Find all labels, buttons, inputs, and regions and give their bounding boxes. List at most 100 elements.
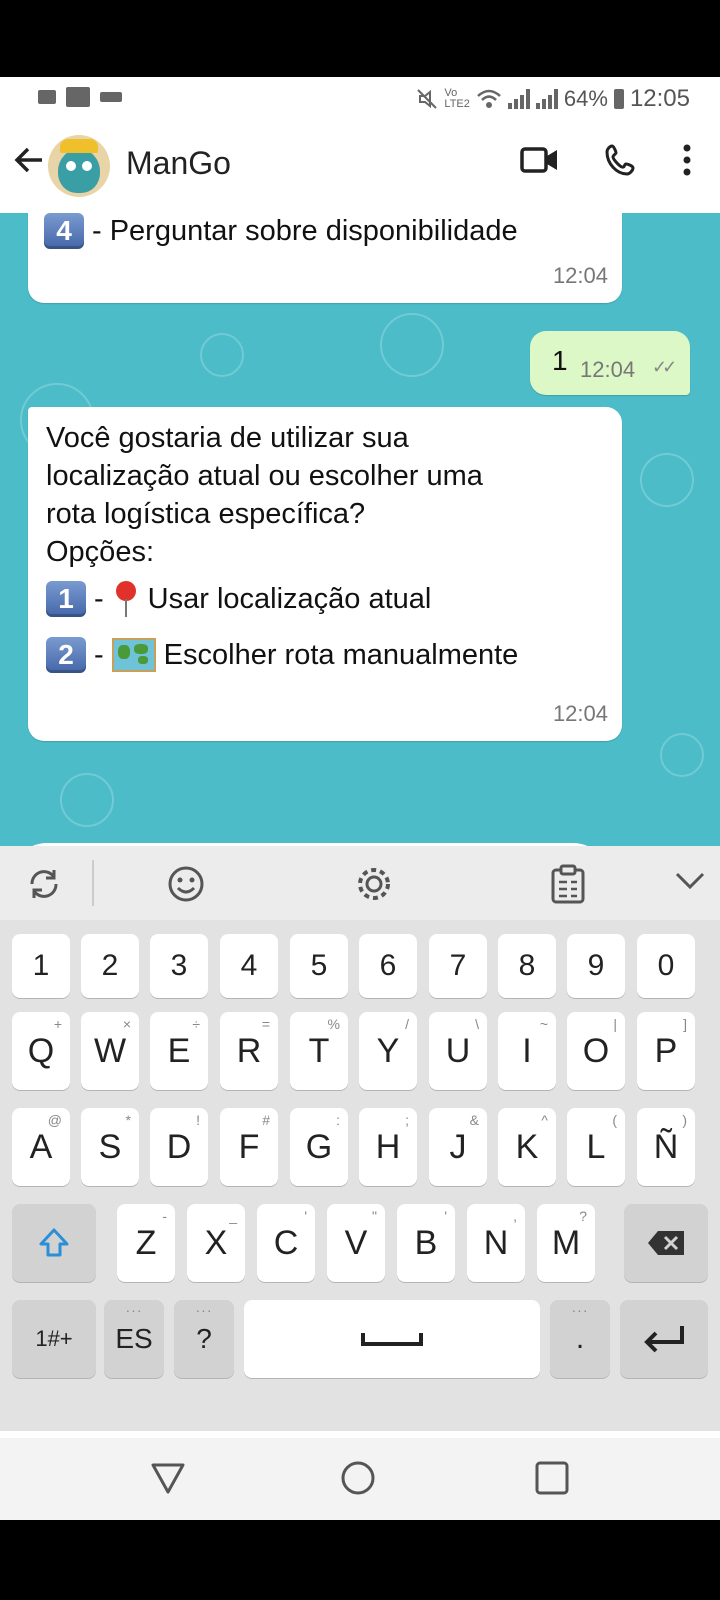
key-z[interactable]: -Z [117,1204,175,1282]
key-b[interactable]: ' B [397,1204,455,1282]
shift-key[interactable] [12,1204,96,1282]
clock: 12:05 [629,85,690,112]
key-f[interactable]: # F [220,1108,278,1186]
key-c[interactable]: ' C [257,1204,315,1282]
nav-home-icon[interactable] [340,1460,376,1496]
key-g[interactable]: :G [290,1108,348,1186]
key-e[interactable]: ÷ E [150,1012,208,1090]
key-1[interactable]: 1 [12,934,70,998]
option-label: Usar localização atual [147,582,432,615]
battery-icon [613,89,624,109]
key-u[interactable]: \ U [429,1012,487,1090]
key-label: ? [196,1323,212,1354]
key-d[interactable]: ! D [150,1108,208,1186]
key-label: R [236,1031,262,1070]
video-call-icon[interactable] [520,145,560,175]
key-v[interactable]: " V [327,1204,385,1282]
key-0[interactable]: 0 [637,934,695,998]
period-key[interactable]: ···. [550,1300,610,1378]
key-label: L [586,1127,606,1166]
collapse-keyboard-icon[interactable] [674,870,706,892]
key-j[interactable]: & J [429,1108,487,1186]
key-4[interactable]: 4 [220,934,278,998]
settings-gear-icon[interactable] [354,864,394,904]
key-k[interactable]: ^ K [498,1108,556,1186]
more-options-icon[interactable] [682,143,692,177]
key-n-tilde[interactable]: ) Ñ [637,1108,695,1186]
message-line: Opções: [46,536,154,568]
key-2[interactable]: 2 [81,934,139,998]
key-a[interactable]: @ A [12,1108,70,1186]
key-w[interactable]: × W [81,1012,139,1090]
key-hint: / [405,1016,409,1032]
key-3[interactable]: 3 [150,934,208,998]
key-s[interactable]: * S [81,1108,139,1186]
enter-key[interactable] [620,1300,708,1378]
key-y[interactable]: / Y [359,1012,417,1090]
symbols-key[interactable]: 1#+ [12,1300,96,1378]
nav-back-icon[interactable] [150,1460,186,1496]
backspace-key[interactable] [624,1204,708,1282]
key-i[interactable]: ~ I [498,1012,556,1090]
key-hint: , [513,1208,517,1224]
wallpaper-doodle [60,773,114,827]
key-x[interactable]: _ X [187,1204,245,1282]
key-h[interactable]: ; H [359,1108,417,1186]
gallery-notification-icon [66,87,90,107]
contact-name[interactable]: ManGo [126,145,231,182]
mascot-eye-right [82,161,92,171]
shift-arrow-icon [39,1228,69,1257]
video-recording-icon [38,90,56,104]
key-label: Q [27,1031,55,1070]
language-key[interactable]: ··· ES [104,1300,164,1378]
translate-icon[interactable] [24,864,64,904]
incoming-message[interactable]: Você gostaria de utilizar sua localizaçã… [28,407,622,741]
key-hint: @ [47,1112,62,1128]
space-key[interactable] [244,1300,540,1378]
message-option-line: 4 - Perguntar sobre disponibilidade [44,213,518,249]
key-8[interactable]: 8 [498,934,556,998]
enter-arrow-icon [644,1326,684,1353]
key-t[interactable]: % T [290,1012,348,1090]
incoming-message-partial[interactable]: 4 - Perguntar sobre disponibilidade 12:0… [28,213,622,303]
key-hint: ÷ [192,1016,200,1032]
key-label: F [238,1127,260,1166]
clipboard-icon[interactable] [550,864,586,904]
key-l[interactable]: (L [567,1108,625,1186]
key-label: Y [376,1031,400,1070]
nav-recents-icon[interactable] [534,1460,570,1496]
avatar[interactable] [48,135,110,197]
backspace-icon [648,1231,684,1255]
key-p[interactable]: ] P [637,1012,695,1090]
toolbar-divider [92,860,94,906]
key-7[interactable]: 7 [429,934,487,998]
key-q[interactable]: + Q [12,1012,70,1090]
option-line-1: 1 - Usar localização atual [46,581,431,617]
phone-screen: Vo LTE2 64% 12:05 ManGo 4 - Perguntar so… [0,77,720,1520]
key-label: . [575,1322,585,1355]
round-pushpin-icon [112,581,140,617]
key-n[interactable]: ,N [467,1204,525,1282]
key-hint: = [261,1016,270,1032]
key-hint: ··· [195,1302,213,1318]
key-label: 6 [379,949,397,982]
key-5[interactable]: 5 [290,934,348,998]
battery-percent: 64% [563,86,608,111]
key-r[interactable]: = R [220,1012,278,1090]
outgoing-message[interactable]: 1 12:04 ✓✓ [530,331,690,395]
key-label: V [344,1223,368,1262]
keycap-number-icon: 2 [46,637,86,673]
question-key[interactable]: ···? [174,1300,234,1378]
key-hint: : [336,1112,340,1128]
key-hint: ^ [541,1112,548,1128]
key-9[interactable]: 9 [567,934,625,998]
chat-area[interactable]: 4 - Perguntar sobre disponibilidade 12:0… [0,213,720,935]
back-arrow-icon[interactable] [12,143,46,184]
key-m[interactable]: ? M [537,1204,595,1282]
key-label: H [375,1127,401,1166]
key-6[interactable]: 6 [359,934,417,998]
emoji-keyboard-icon[interactable] [166,864,206,904]
mascot-hat [60,139,98,153]
voice-call-icon[interactable] [604,143,638,177]
key-o[interactable]: | O [567,1012,625,1090]
